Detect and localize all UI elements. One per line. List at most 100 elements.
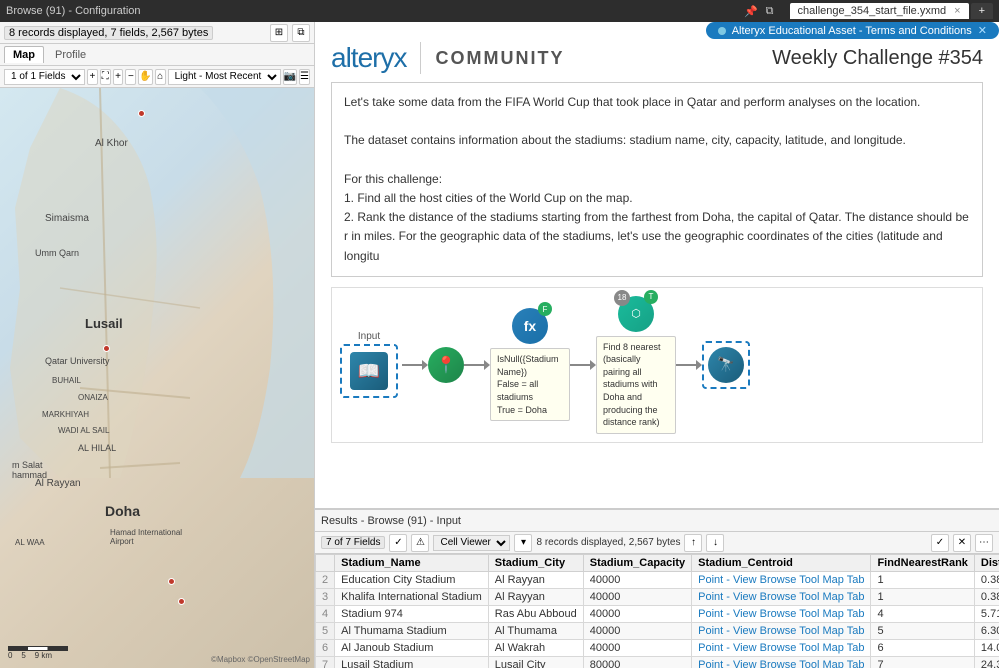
expand-btn[interactable]: ⧉ xyxy=(292,24,310,42)
desc-line-4: 1. Find all the host cities of the World… xyxy=(344,189,970,208)
terms-banner[interactable]: Alteryx Educational Asset - Terms and Co… xyxy=(706,22,999,39)
cell-rank: 1 xyxy=(871,589,974,606)
active-tab[interactable]: challenge_354_start_file.yxmd × xyxy=(790,3,969,19)
map-dot-3 xyxy=(168,578,175,585)
map-label-qataruni: Qatar University xyxy=(45,356,110,366)
tab-close-icon[interactable]: × xyxy=(954,5,960,17)
col-header-centroid: Stadium_Centroid xyxy=(692,555,871,572)
zoom-in-btn[interactable]: + xyxy=(113,69,124,85)
cell-distance: 0.386556 xyxy=(974,589,999,606)
cell-centroid[interactable]: Point - View Browse Tool Map Tab xyxy=(692,657,871,668)
map-label-onaiza: ONAIZA xyxy=(78,393,108,402)
terms-close-icon[interactable]: ✕ xyxy=(978,24,987,37)
table-btn[interactable]: ☰ xyxy=(299,69,310,85)
restore-icon[interactable]: ⧉ xyxy=(766,5,774,18)
cell-capacity: 80000 xyxy=(583,657,691,668)
map-controls-toolbar: 1 of 1 Fields + ⛶ + − ✋ ⌂ Light - Most R… xyxy=(0,66,314,88)
left-toolbar-1: 8 records displayed, 7 fields, 2,567 byt… xyxy=(0,22,314,44)
col-header-distance: DistanceKilometers xyxy=(974,555,999,572)
browse-node: 🔭 xyxy=(702,341,750,389)
desc-line-2: The dataset contains information about t… xyxy=(344,131,970,150)
results-title: Results - Browse (91) - Input xyxy=(321,515,461,527)
cell-distance: 14.039429 xyxy=(974,640,999,657)
zoom-out-btn[interactable]: − xyxy=(125,69,136,85)
home-btn[interactable]: ⌂ xyxy=(155,69,166,85)
cell-record: 4 xyxy=(316,606,335,623)
formula-popup: IsNull({Stadium Name})False = all stadiu… xyxy=(490,348,570,421)
tab-profile[interactable]: Profile xyxy=(47,47,94,63)
cell-stadium-name: Khalifa International Stadium xyxy=(335,589,489,606)
results-table-wrap: Stadium_Name Stadium_City Stadium_Capaci… xyxy=(315,554,999,668)
workflow-area: Input 📖 📍 xyxy=(331,287,983,443)
connector-3 xyxy=(570,325,596,405)
map-label-alsalat: m Salathammad xyxy=(12,460,47,480)
map-scale: 0 5 9 km xyxy=(8,646,68,660)
desc-line-1: Let's take some data from the FIFA World… xyxy=(344,93,970,112)
right-panel: Alteryx Educational Asset - Terms and Co… xyxy=(315,22,999,668)
cell-stadium-name: Al Janoub Stadium xyxy=(335,640,489,657)
cell-centroid[interactable]: Point - View Browse Tool Map Tab xyxy=(692,640,871,657)
cell-centroid[interactable]: Point - View Browse Tool Map Tab xyxy=(692,606,871,623)
plus-btn[interactable]: + xyxy=(87,69,98,85)
map-svg xyxy=(0,88,314,478)
camera-btn[interactable]: 📷 xyxy=(283,69,297,85)
desc-line-5: 2. Rank the distance of the stadiums sta… xyxy=(344,208,970,266)
tab-map[interactable]: Map xyxy=(4,46,44,63)
viewer-toggle[interactable]: ▾ xyxy=(514,534,532,552)
up-arrow-btn[interactable]: ↑ xyxy=(684,534,702,552)
table-row: 2 Education City Stadium Al Rayyan 40000… xyxy=(316,572,999,589)
new-tab-btn[interactable]: + xyxy=(971,3,993,19)
cell-centroid[interactable]: Point - View Browse Tool Map Tab xyxy=(692,589,871,606)
neighbor-badge-t: T xyxy=(644,290,658,304)
cell-rank: 5 xyxy=(871,623,974,640)
bottom-toolbar: Results - Browse (91) - Input xyxy=(315,510,999,532)
community-label: COMMUNITY xyxy=(435,48,564,69)
more-btn[interactable]: ⋯ xyxy=(975,534,993,552)
map-attribution: ©Mapbox ©OpenStreetMap xyxy=(211,655,310,664)
map-profile-tabs: Map Profile xyxy=(0,44,314,66)
right-content: Alteryx Educational Asset - Terms and Co… xyxy=(315,22,999,508)
grid-btn[interactable]: ⊞ xyxy=(270,24,288,42)
table-row: 3 Khalifa International Stadium Al Rayya… xyxy=(316,589,999,606)
main-layout: 8 records displayed, 7 fields, 2,567 byt… xyxy=(0,22,999,668)
table-row: 6 Al Janoub Stadium Al Wakrah 40000 Poin… xyxy=(316,640,999,657)
neighbor-node: ⬡ 18 T Find 8 nearest (basically pairing… xyxy=(596,296,676,434)
records-info: 8 records displayed, 2,567 bytes xyxy=(536,537,680,548)
map-icon: 📍 xyxy=(428,347,464,383)
cell-centroid[interactable]: Point - View Browse Tool Map Tab xyxy=(692,572,871,589)
pan-btn[interactable]: ✋ xyxy=(138,69,152,85)
cell-capacity: 40000 xyxy=(583,640,691,657)
fit-btn[interactable]: ⛶ xyxy=(100,69,111,85)
map-dot-2 xyxy=(103,345,110,352)
table-row: 4 Stadium 974 Ras Abu Abboud 40000 Point… xyxy=(316,606,999,623)
line-1 xyxy=(402,364,422,366)
fields-select[interactable]: 1 of 1 Fields xyxy=(4,69,85,85)
cell-rank: 1 xyxy=(871,572,974,589)
line-4 xyxy=(676,364,696,366)
warning-btn[interactable]: ⚠ xyxy=(411,534,429,552)
map-dot-4 xyxy=(178,598,185,605)
cell-record: 5 xyxy=(316,623,335,640)
pin-icon[interactable]: 📌 xyxy=(744,5,758,18)
cell-record: 2 xyxy=(316,572,335,589)
table-row: 5 Al Thumama Stadium Al Thumama 40000 Po… xyxy=(316,623,999,640)
down-arrow-btn[interactable]: ↓ xyxy=(706,534,724,552)
cell-rank: 7 xyxy=(871,657,974,668)
map-label-doha: Doha xyxy=(105,503,140,519)
check-btn[interactable]: ✓ xyxy=(389,534,407,552)
connector-4 xyxy=(676,325,702,405)
challenge-title: Weekly Challenge #354 xyxy=(772,47,983,70)
cell-capacity: 40000 xyxy=(583,606,691,623)
style-select[interactable]: Light - Most Recent xyxy=(168,69,281,85)
col-header-rank: FindNearestRank xyxy=(871,555,974,572)
cell-centroid[interactable]: Point - View Browse Tool Map Tab xyxy=(692,623,871,640)
cell-viewer-select[interactable]: Cell Viewer xyxy=(433,535,510,551)
confirm-btn[interactable]: ✓ xyxy=(931,534,949,552)
terms-dot xyxy=(718,27,726,35)
cell-distance: 5.712238 xyxy=(974,606,999,623)
map-background: Al Khor Simaisma Umm Qarn Lusail Qatar U… xyxy=(0,88,314,668)
close-btn[interactable]: ✕ xyxy=(953,534,971,552)
map-label-alhilal: AL HILAL xyxy=(78,443,116,453)
formula-badge-f: F xyxy=(538,302,552,316)
line-3 xyxy=(570,364,590,366)
